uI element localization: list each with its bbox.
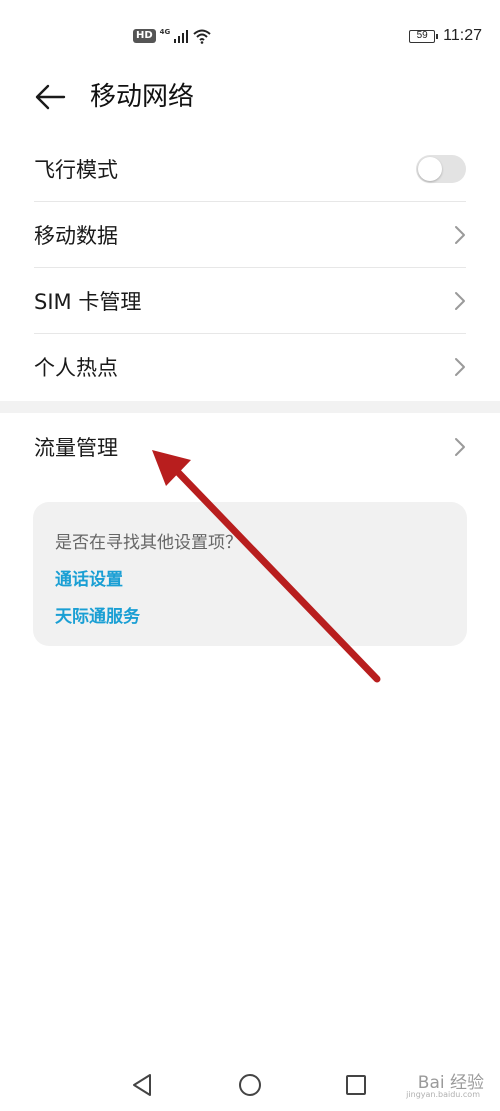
chevron-right-icon — [455, 438, 465, 456]
hotspot-row[interactable]: 个人热点 — [34, 334, 466, 400]
chevron-right-icon — [455, 226, 465, 244]
page-title: 移动网络 — [90, 82, 195, 112]
status-right: 59 11:27 — [409, 27, 482, 45]
roaming-service-link[interactable]: 天际通服务 — [55, 602, 140, 627]
battery-icon: 59 — [409, 29, 439, 43]
sim-management-label: SIM 卡管理 — [34, 290, 142, 314]
wifi-icon — [193, 29, 211, 44]
hd-badge: HD — [133, 29, 156, 43]
mobile-data-row[interactable]: 移动数据 — [34, 202, 466, 268]
mobile-data-label: 移动数据 — [34, 224, 118, 248]
status-icons: HD 4G — [133, 28, 212, 44]
traffic-management-label: 流量管理 — [34, 436, 118, 460]
signal-icon — [174, 29, 189, 43]
sim-management-row[interactable]: SIM 卡管理 — [34, 268, 466, 334]
traffic-management-row[interactable]: 流量管理 — [34, 414, 466, 480]
airplane-mode-toggle[interactable] — [416, 155, 466, 183]
suggestion-card: 是否在寻找其他设置项？ 通话设置 天际通服务 — [33, 502, 467, 646]
chevron-right-icon — [455, 358, 465, 376]
section-gap — [0, 401, 500, 413]
watermark-url: jingyan.baidu.com — [406, 1090, 480, 1099]
suggestion-question: 是否在寻找其他设置项？ — [55, 533, 242, 553]
hotspot-label: 个人热点 — [34, 356, 118, 380]
airplane-mode-label: 飞行模式 — [34, 158, 118, 182]
airplane-mode-row[interactable]: 飞行模式 — [34, 136, 466, 202]
toggle-knob — [418, 157, 442, 181]
status-bar: HD 4G 59 11:27 — [0, 0, 500, 70]
back-arrow-icon[interactable] — [34, 80, 68, 114]
clock: 11:27 — [443, 27, 482, 44]
page-header: 移动网络 — [0, 70, 500, 130]
network-type: 4G — [159, 27, 171, 36]
nav-back-icon[interactable] — [128, 1070, 158, 1100]
nav-recents-icon[interactable] — [341, 1070, 371, 1100]
chevron-right-icon — [455, 292, 465, 310]
call-settings-link[interactable]: 通话设置 — [55, 565, 123, 590]
nav-home-icon[interactable] — [235, 1070, 265, 1100]
